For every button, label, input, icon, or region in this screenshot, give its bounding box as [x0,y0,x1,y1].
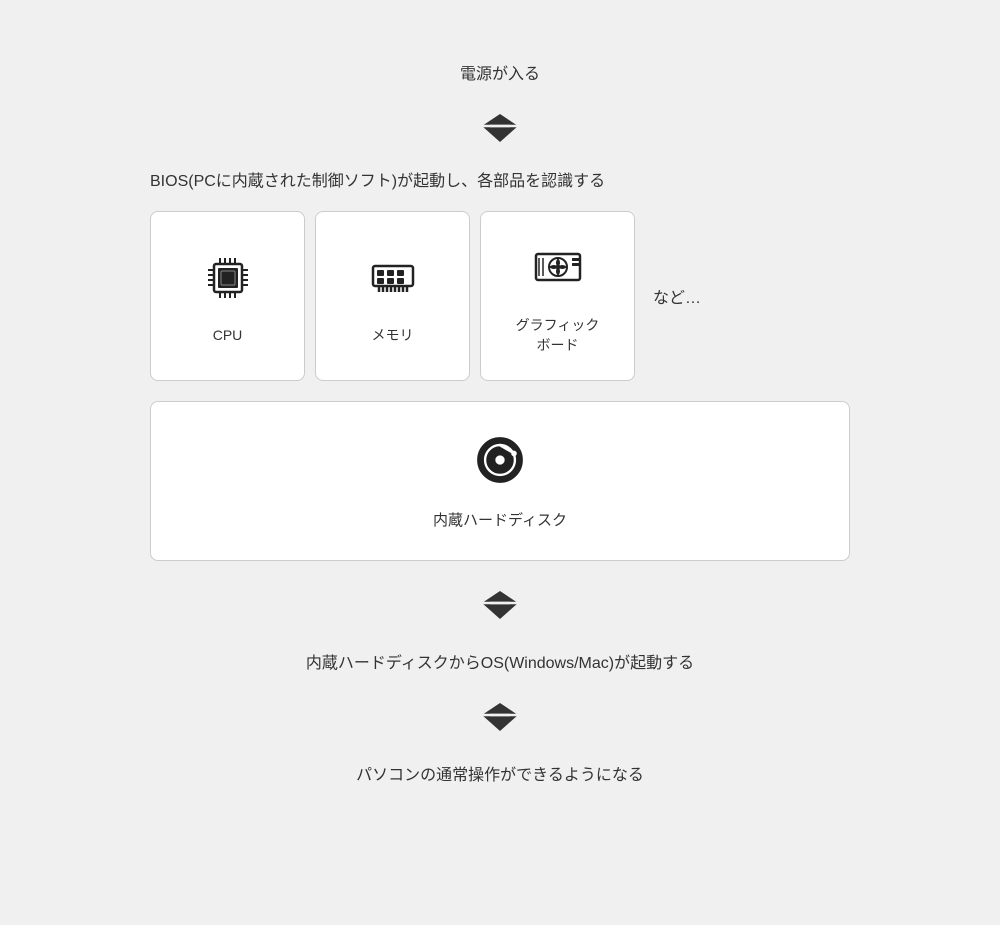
gpu-label: グラフィック ボード [516,315,600,355]
cpu-label: CPU [213,327,243,343]
memory-icon [365,248,421,313]
components-row: CPU [150,211,850,381]
hdd-label: 内蔵ハードディスク [433,509,567,530]
component-boxes: CPU [150,211,635,381]
arrow-diamond-2 [480,591,520,619]
memory-box: メモリ [315,211,470,381]
hdd-icon [472,432,528,497]
gpu-icon [530,238,586,303]
hdd-box: 内蔵ハードディスク [150,401,850,561]
etc-text: など… [653,284,701,308]
power-on-text: 電源が入る [460,60,540,84]
bios-text: BIOS(PCに内蔵された制御ソフト)が起動し、各部品を認識する [150,167,850,191]
cpu-box: CPU [150,211,305,381]
normal-operation-text: パソコンの通常操作ができるようになる [356,761,644,785]
cpu-icon [200,250,256,315]
memory-label: メモリ [372,325,414,345]
arrow-diamond-3 [480,703,520,731]
gpu-box: グラフィック ボード [480,211,635,381]
arrow-diamond-1 [480,114,520,142]
os-boot-text: 内蔵ハードディスクからOS(Windows/Mac)が起動する [306,649,694,673]
